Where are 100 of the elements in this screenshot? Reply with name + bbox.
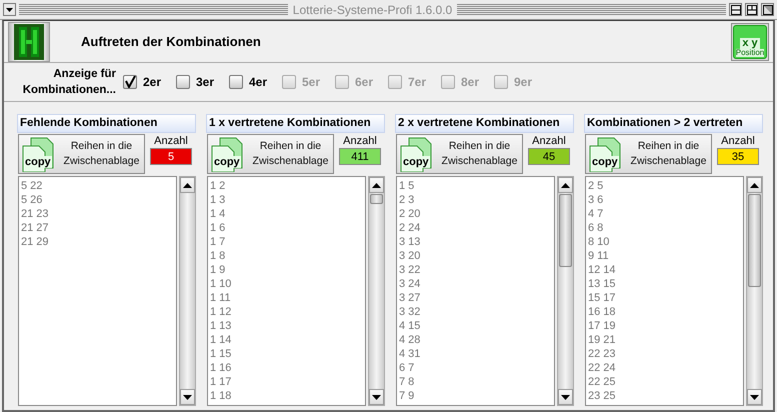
copy-button[interactable]: copy Reihen in die Zwischenablage xyxy=(207,134,334,174)
scrollbar[interactable] xyxy=(179,176,196,406)
list-item[interactable]: 8 10 xyxy=(588,235,741,249)
list-item[interactable]: 1 10 xyxy=(210,277,363,291)
list-item[interactable]: 5 26 xyxy=(21,193,174,207)
checkbox-label: 5er xyxy=(302,75,320,89)
list-item[interactable]: 3 6 xyxy=(588,193,741,207)
list-item[interactable]: 1 6 xyxy=(210,221,363,235)
panel-title: 2 x vertretene Kombinationen xyxy=(395,114,574,133)
list-item[interactable]: 22 25 xyxy=(588,375,741,389)
copy-button[interactable]: copy Reihen in die Zwischenablage xyxy=(396,134,523,174)
list-item[interactable]: 1 18 xyxy=(210,389,363,403)
scroll-thumb[interactable] xyxy=(748,194,761,287)
scroll-up-icon[interactable] xyxy=(369,177,384,193)
list-item[interactable]: 1 7 xyxy=(210,235,363,249)
list-item[interactable]: 2 20 xyxy=(399,207,552,221)
list-item[interactable]: 1 15 xyxy=(210,347,363,361)
scroll-up-icon[interactable] xyxy=(558,177,573,193)
icon-label: copy xyxy=(24,156,52,168)
list-item[interactable]: 12 14 xyxy=(588,263,741,277)
list-item[interactable]: 1 2 xyxy=(210,179,363,193)
count-label: Anzahl xyxy=(154,134,188,148)
checkbox[interactable] xyxy=(229,75,243,89)
panel-title: Fehlende Kombinationen xyxy=(17,114,196,133)
scroll-down-icon[interactable] xyxy=(747,389,762,405)
maximize-icon xyxy=(762,4,772,14)
list-item[interactable]: 21 27 xyxy=(21,221,174,235)
arrow-up-icon xyxy=(183,182,192,188)
scroll-up-icon[interactable] xyxy=(747,177,762,193)
list-item[interactable]: 9 11 xyxy=(588,249,741,263)
list-item[interactable]: 21 29 xyxy=(21,235,174,249)
list-item[interactable]: 5 22 xyxy=(21,179,174,193)
list-item[interactable]: 22 24 xyxy=(588,361,741,375)
list-item[interactable]: 6 7 xyxy=(399,361,552,375)
scroll-down-icon[interactable] xyxy=(369,389,384,405)
list-item[interactable]: 4 31 xyxy=(399,347,552,361)
scrollbar[interactable] xyxy=(368,176,385,406)
icon-label: Position xyxy=(736,48,764,56)
list-item[interactable]: 1 5 xyxy=(399,179,552,193)
checkmark-icon xyxy=(124,76,136,88)
list-item[interactable]: 15 17 xyxy=(588,291,741,305)
checkbox-label: 9er xyxy=(514,75,532,89)
list-item[interactable]: 1 11 xyxy=(210,291,363,305)
scrollbar[interactable] xyxy=(746,176,763,406)
count-label: Anzahl xyxy=(343,134,377,148)
list-item[interactable]: 1 3 xyxy=(210,193,363,207)
scrollbar[interactable] xyxy=(557,176,574,406)
list-item[interactable]: 3 24 xyxy=(399,277,552,291)
window-split-icon xyxy=(746,4,756,14)
list-item[interactable]: 2 5 xyxy=(588,179,741,193)
arrow-up-icon xyxy=(561,182,570,188)
checkbox[interactable] xyxy=(176,75,190,89)
list-item[interactable]: 13 15 xyxy=(588,277,741,291)
arrow-up-icon xyxy=(750,182,759,188)
list-item[interactable]: 19 21 xyxy=(588,333,741,347)
copy-button[interactable]: copy Reihen in die Zwischenablage xyxy=(585,134,712,174)
list-item[interactable]: 7 8 xyxy=(399,375,552,389)
list-item[interactable]: 1 8 xyxy=(210,249,363,263)
scroll-thumb[interactable] xyxy=(370,194,383,204)
window-menu-button[interactable] xyxy=(3,3,16,16)
maximize-button[interactable] xyxy=(761,3,774,16)
list-item[interactable]: 3 22 xyxy=(399,263,552,277)
list-item[interactable]: 21 23 xyxy=(21,207,174,221)
list-item[interactable]: 4 15 xyxy=(399,319,552,333)
list-item[interactable]: 17 19 xyxy=(588,319,741,333)
list-item[interactable]: 3 27 xyxy=(399,291,552,305)
list-item[interactable]: 1 14 xyxy=(210,333,363,347)
scroll-up-icon[interactable] xyxy=(180,177,195,193)
list-item[interactable]: 1 13 xyxy=(210,319,363,333)
list-item[interactable]: 7 9 xyxy=(399,389,552,403)
minimize-button[interactable] xyxy=(729,3,742,16)
list-item[interactable]: 6 8 xyxy=(588,221,741,235)
position-button[interactable]: x y Position xyxy=(731,22,769,60)
list-item[interactable]: 4 28 xyxy=(399,333,552,347)
scroll-thumb[interactable] xyxy=(559,194,572,267)
scroll-down-icon[interactable] xyxy=(558,389,573,405)
copy-button[interactable]: copy Reihen in die Zwischenablage xyxy=(18,134,145,174)
list-item[interactable]: 1 9 xyxy=(210,263,363,277)
list-item[interactable]: 3 13 xyxy=(399,235,552,249)
list-item[interactable]: 2 3 xyxy=(399,193,552,207)
checkbox-label: 6er xyxy=(355,75,374,89)
panel-title: 1 x vertretene Kombinationen xyxy=(206,114,385,133)
list-item[interactable]: 1 4 xyxy=(210,207,363,221)
icon-label: copy xyxy=(213,156,241,168)
checkbox-label: 4er xyxy=(249,75,268,89)
filter-label: Anzeige für Kombinationen... xyxy=(22,67,116,98)
list-item[interactable]: 3 20 xyxy=(399,249,552,263)
list-item[interactable]: 1 12 xyxy=(210,305,363,319)
list-item[interactable]: 22 23 xyxy=(588,347,741,361)
list-item[interactable]: 1 17 xyxy=(210,375,363,389)
list-item[interactable]: 23 25 xyxy=(588,389,741,403)
list-item[interactable]: 4 7 xyxy=(588,207,741,221)
list-item[interactable]: 3 32 xyxy=(399,305,552,319)
list-item[interactable]: 16 18 xyxy=(588,305,741,319)
arrow-up-icon xyxy=(372,182,381,188)
restore-button[interactable] xyxy=(745,3,758,16)
list-item[interactable]: 1 16 xyxy=(210,361,363,375)
scroll-down-icon[interactable] xyxy=(180,389,195,405)
checkbox[interactable] xyxy=(123,75,137,89)
list-item[interactable]: 2 24 xyxy=(399,221,552,235)
